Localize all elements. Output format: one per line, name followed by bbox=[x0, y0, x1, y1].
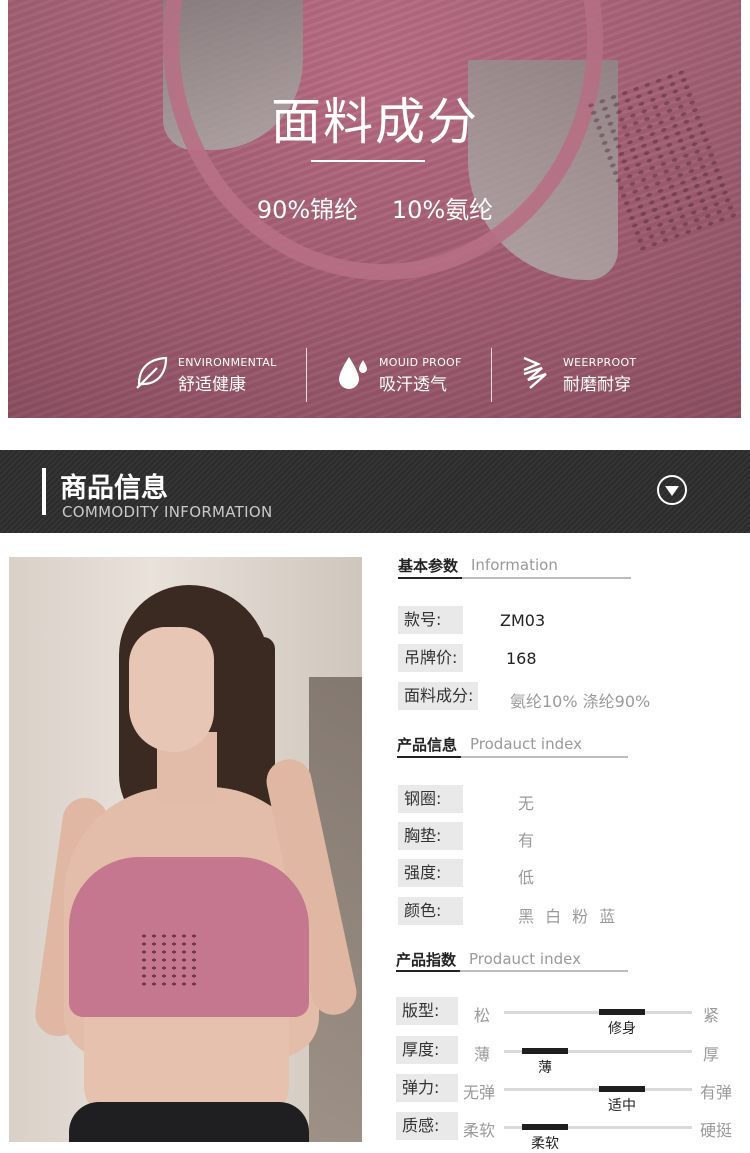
model-midriff bbox=[84, 1007, 289, 1117]
scale-marker bbox=[522, 1124, 568, 1130]
scale-track bbox=[504, 1088, 692, 1091]
chevron-down-circle-icon[interactable] bbox=[657, 475, 687, 505]
scale-selected-label: 适中 bbox=[608, 1098, 636, 1114]
param-label: 面料成分: bbox=[398, 682, 478, 710]
fabric-composition: 90%锦纶 10%氨纶 bbox=[0, 190, 750, 225]
info-label: 胸垫: bbox=[398, 822, 463, 850]
feature-en: MOUID PROOF bbox=[379, 356, 462, 369]
feature-en: ENVIRONMENTAL bbox=[178, 356, 277, 369]
scale-min-label: 无弹 bbox=[463, 1083, 496, 1102]
info-value: 低 bbox=[518, 868, 535, 887]
scale-max-label: 厚 bbox=[703, 1045, 720, 1064]
scale-max-label: 紧 bbox=[703, 1006, 720, 1025]
wear-arrows-icon bbox=[523, 356, 547, 389]
scale-selected-label: 修身 bbox=[608, 1021, 636, 1037]
section-title-en: Prodauct index bbox=[469, 950, 581, 968]
scale-selected-label: 薄 bbox=[538, 1060, 552, 1076]
title-underline bbox=[311, 160, 425, 162]
info-label: 钢圈: bbox=[398, 785, 463, 813]
feature-environmental: ENVIRONMENTAL 舒适健康 bbox=[135, 350, 295, 400]
scale-max-label: 硬挺 bbox=[700, 1121, 733, 1140]
scale-label: 厚度: bbox=[396, 1036, 458, 1064]
section-rule-accent bbox=[398, 577, 462, 579]
section-title-cn: 产品指数 bbox=[396, 951, 457, 969]
scale-label: 弹力: bbox=[396, 1074, 458, 1102]
feature-en: WEERPROOT bbox=[563, 356, 637, 369]
scale-min-label: 松 bbox=[474, 1006, 491, 1025]
feature-divider bbox=[491, 348, 492, 402]
composition-nylon: 90%锦纶 bbox=[256, 196, 359, 224]
param-value: 168 bbox=[506, 649, 537, 668]
param-value: ZM03 bbox=[500, 611, 546, 630]
feature-wearproof: WEERPROOT 耐磨耐穿 bbox=[520, 350, 660, 400]
feature-cn: 舒适健康 bbox=[178, 375, 246, 395]
scale-min-label: 柔软 bbox=[463, 1121, 496, 1140]
section-title-cn: 产品信息 bbox=[397, 736, 458, 754]
model-face bbox=[129, 627, 214, 752]
header-accent-bar bbox=[42, 468, 46, 515]
info-label: 强度: bbox=[398, 859, 463, 887]
param-label: 吊牌价: bbox=[398, 644, 463, 672]
section-title-cn: 基本参数 bbox=[398, 557, 459, 575]
section-subtitle: COMMODITY INFORMATION bbox=[62, 503, 273, 521]
scale-selected-label: 柔软 bbox=[531, 1136, 559, 1152]
scale-marker bbox=[599, 1086, 645, 1092]
scale-marker bbox=[522, 1048, 568, 1054]
section-title: 商品信息 bbox=[60, 473, 168, 504]
model-photo bbox=[9, 557, 362, 1142]
bra-mesh-vent bbox=[139, 932, 199, 987]
info-label: 颜色: bbox=[398, 897, 463, 925]
scale-track bbox=[504, 1011, 692, 1014]
feature-mould-proof: MOUID PROOF 吸汗透气 bbox=[336, 350, 486, 400]
info-value: 黑 白 粉 蓝 bbox=[518, 907, 619, 926]
scale-label: 质感: bbox=[396, 1112, 458, 1140]
param-label: 款号: bbox=[398, 606, 463, 634]
leaf-icon bbox=[136, 356, 168, 389]
param-value: 氨纶10% 涤纶90% bbox=[510, 692, 651, 711]
scale-label: 版型: bbox=[396, 997, 458, 1025]
scale-min-label: 薄 bbox=[474, 1045, 491, 1064]
water-drop-icon bbox=[339, 357, 367, 389]
section-title-en: Prodauct index bbox=[470, 735, 582, 753]
section-title-en: Information bbox=[471, 556, 558, 574]
info-value: 无 bbox=[518, 794, 535, 813]
fabric-title: 面料成分 bbox=[271, 93, 479, 151]
info-value: 有 bbox=[518, 831, 535, 850]
section-rule-accent bbox=[396, 970, 460, 972]
section-rule-accent bbox=[397, 756, 461, 758]
scale-max-label: 有弹 bbox=[700, 1083, 733, 1102]
composition-spandex: 10%氨纶 bbox=[391, 196, 494, 224]
feature-cn: 耐磨耐穿 bbox=[563, 375, 631, 395]
feature-cn: 吸汗透气 bbox=[379, 375, 447, 395]
model-leggings bbox=[69, 1102, 309, 1142]
scale-marker bbox=[599, 1009, 645, 1015]
feature-divider bbox=[306, 348, 307, 402]
